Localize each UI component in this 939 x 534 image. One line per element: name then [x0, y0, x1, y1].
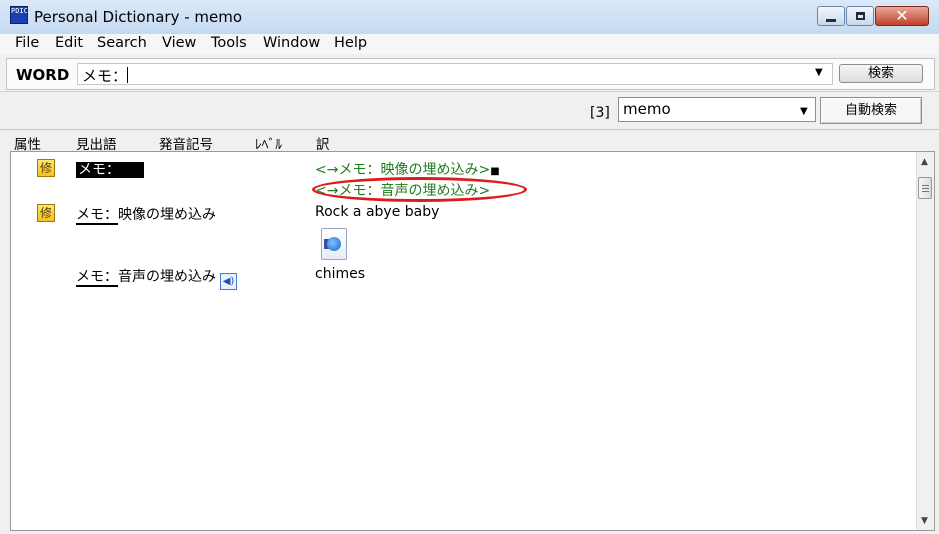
minimize-icon — [826, 18, 836, 22]
vertical-scrollbar[interactable]: ▲ ▼ — [916, 152, 934, 530]
menu-window[interactable]: Window — [263, 35, 320, 51]
minimize-button[interactable] — [817, 6, 845, 26]
end-mark: ■ — [490, 166, 500, 177]
entry-headword[interactable]: メモ：音声の埋め込み ◀) — [76, 266, 237, 290]
scroll-down-icon[interactable]: ▼ — [921, 516, 928, 526]
audio-file-icon[interactable] — [321, 228, 347, 260]
text-caret — [127, 67, 129, 83]
menu-tools[interactable]: Tools — [211, 35, 247, 51]
dictionary-dropdown-icon[interactable]: ▼ — [800, 106, 808, 117]
column-headword[interactable]: 見出語 — [76, 133, 117, 153]
column-translation[interactable]: 訳 — [316, 133, 330, 153]
selected-headword: メモ： — [76, 162, 144, 178]
dictionary-toolbar: [3] memo ▼ 自動検索 — [0, 91, 939, 130]
menu-help[interactable]: Help — [334, 35, 367, 51]
headword-rest: 映像の埋め込み — [118, 207, 216, 223]
menu-file[interactable]: File — [15, 35, 39, 51]
close-button[interactable]: ✕ — [875, 6, 929, 26]
app-icon: PDIC — [10, 6, 28, 24]
headword-rest: 音声の埋め込み — [118, 269, 216, 285]
word-bar: WORD メモ： ▼ 検索 — [6, 58, 935, 90]
auto-search-button[interactable]: 自動検索 — [820, 97, 922, 124]
window-title: Personal Dictionary - memo — [34, 8, 243, 26]
entry-translation: chimes — [315, 266, 366, 282]
word-label: WORD — [16, 66, 70, 84]
word-input-value: メモ： — [82, 67, 128, 85]
entry-translation: Rock a abye baby — [315, 204, 440, 220]
speaker-icon[interactable]: ◀) — [220, 273, 237, 290]
entry-headword[interactable]: メモ：映像の埋め込み — [76, 204, 216, 225]
entry-link[interactable]: <→メモ：映像の埋め込み>■ — [315, 159, 500, 179]
annotation-highlight-oval — [312, 177, 527, 202]
dictionary-select[interactable]: memo — [618, 97, 816, 122]
link-video-embed[interactable]: <→メモ：映像の埋め込み> — [315, 162, 490, 178]
result-count: [3] — [590, 105, 610, 121]
modified-badge: 修 — [37, 204, 55, 222]
search-button[interactable]: 検索 — [839, 64, 923, 83]
title-bar: PDIC Personal Dictionary - memo ✕ — [0, 0, 939, 35]
menu-bar: File Edit Search View Tools Window Help — [0, 34, 939, 54]
maximize-icon — [855, 12, 865, 20]
column-level[interactable]: ﾚﾍﾞﾙ — [255, 133, 282, 153]
column-attribute[interactable]: 属性 — [14, 133, 41, 153]
scroll-up-icon[interactable]: ▲ — [921, 157, 928, 167]
dictionary-select-value: memo — [623, 100, 671, 118]
menu-search[interactable]: Search — [97, 35, 147, 51]
word-input[interactable]: メモ： — [77, 63, 833, 85]
column-header: 属性 見出語 発音記号 ﾚﾍﾞﾙ 訳 — [0, 129, 939, 153]
headword-prefix: メモ： — [76, 269, 118, 287]
maximize-button[interactable] — [846, 6, 874, 26]
menu-view[interactable]: View — [162, 35, 196, 51]
menu-edit[interactable]: Edit — [55, 35, 83, 51]
entry-headword[interactable]: メモ： — [76, 159, 144, 179]
column-pronunciation[interactable]: 発音記号 — [159, 133, 213, 153]
scroll-thumb[interactable] — [918, 177, 932, 199]
entry-list[interactable]: 修 メモ： <→メモ：映像の埋め込み>■ <→メモ：音声の埋め込み> 修 メモ：… — [10, 151, 935, 531]
close-icon: ✕ — [895, 6, 909, 25]
word-history-dropdown-icon[interactable]: ▼ — [815, 67, 823, 78]
headword-prefix: メモ： — [76, 207, 118, 225]
modified-badge: 修 — [37, 159, 55, 177]
